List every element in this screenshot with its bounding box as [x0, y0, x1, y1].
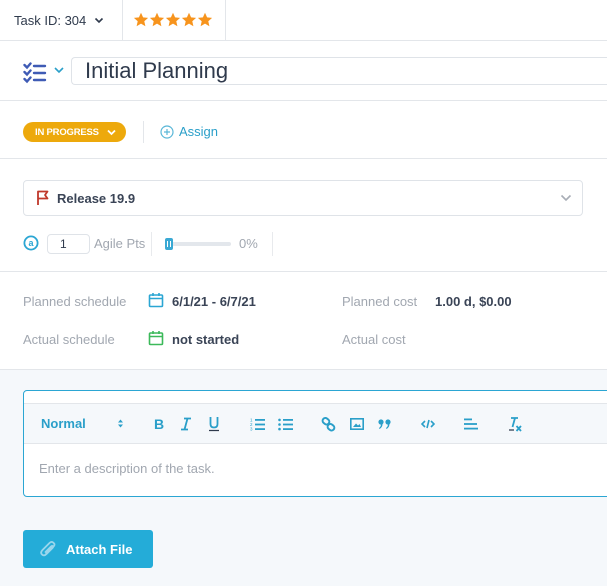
progress-percent: 0%: [239, 236, 258, 251]
clear-format-icon[interactable]: [508, 416, 523, 432]
progress-thumb[interactable]: [165, 238, 173, 250]
assign-label: Assign: [179, 124, 219, 139]
actual-calendar-icon[interactable]: [148, 330, 164, 346]
planned-schedule-label: Planned schedule: [23, 294, 127, 309]
agile-points-input[interactable]: [47, 234, 90, 254]
schedule-section: [0, 271, 607, 370]
link-icon[interactable]: [321, 417, 336, 432]
ordered-list-icon[interactable]: 123: [250, 418, 265, 431]
divider: [272, 232, 273, 256]
assign-button[interactable]: Assign: [160, 124, 218, 139]
task-id-dropdown[interactable]: Task ID: 304: [0, 0, 123, 40]
release-dropdown[interactable]: Release 19.9: [23, 180, 583, 216]
attach-file-label: Attach File: [66, 541, 133, 557]
planned-calendar-icon[interactable]: [148, 292, 164, 308]
svg-text:3: 3: [250, 427, 253, 432]
agile-points-label: Agile Pts: [94, 236, 146, 251]
progress-slider[interactable]: [165, 238, 231, 250]
attach-file-button[interactable]: Attach File: [23, 530, 153, 568]
release-label: Release 19.9: [57, 190, 136, 206]
svg-text:a: a: [28, 238, 34, 248]
star-icon[interactable]: [133, 12, 149, 28]
checklist-icon[interactable]: [23, 62, 47, 84]
chevron-down-icon: [560, 194, 572, 202]
task-title-input[interactable]: [71, 57, 607, 85]
image-icon[interactable]: [350, 418, 364, 430]
chevron-down-icon: [95, 17, 104, 24]
plus-circle-icon: [160, 124, 174, 139]
format-select[interactable]: Normal: [41, 416, 86, 431]
divider: [143, 121, 144, 143]
star-icon[interactable]: [149, 12, 165, 28]
type-chevron-down-icon[interactable]: [54, 66, 64, 74]
blockquote-icon[interactable]: [378, 418, 392, 430]
select-arrows-icon[interactable]: [117, 418, 124, 429]
code-icon[interactable]: [421, 419, 435, 429]
underline-icon[interactable]: [208, 416, 220, 432]
actual-schedule-label: Actual schedule: [23, 332, 115, 347]
flag-icon: [37, 190, 49, 205]
rating-stars[interactable]: [123, 0, 226, 40]
planned-schedule-value[interactable]: 6/1/21 - 6/7/21: [172, 294, 256, 309]
bullet-list-icon[interactable]: [278, 418, 293, 431]
task-id-label: Task ID: 304: [14, 12, 87, 28]
actual-cost-label: Actual cost: [342, 332, 406, 347]
star-icon[interactable]: [197, 12, 213, 28]
divider: [151, 232, 152, 256]
planned-cost-label: Planned cost: [342, 294, 418, 309]
progress-track: [165, 242, 231, 246]
paperclip-icon: [40, 541, 56, 557]
description-placeholder[interactable]: Enter a description of the task.: [39, 461, 215, 476]
star-icon[interactable]: [181, 12, 197, 28]
description-editor[interactable]: Normal B 123 Enter a description of the …: [23, 390, 607, 497]
status-dropdown[interactable]: IN PROGRESS: [23, 122, 126, 142]
chevron-down-icon: [107, 129, 116, 135]
editor-toolbar: Normal B 123: [24, 403, 607, 444]
bold-icon[interactable]: B: [153, 417, 165, 431]
top-bar: Task ID: 304: [0, 0, 607, 41]
agile-points-icon: a: [23, 235, 39, 251]
italic-icon[interactable]: [180, 417, 192, 431]
svg-text:B: B: [154, 417, 164, 431]
status-label: IN PROGRESS: [35, 126, 99, 138]
star-icon[interactable]: [165, 12, 181, 28]
planned-cost-value[interactable]: 1.00 d, $0.00: [435, 294, 512, 309]
actual-schedule-value[interactable]: not started: [172, 332, 239, 347]
align-icon[interactable]: [464, 418, 478, 430]
